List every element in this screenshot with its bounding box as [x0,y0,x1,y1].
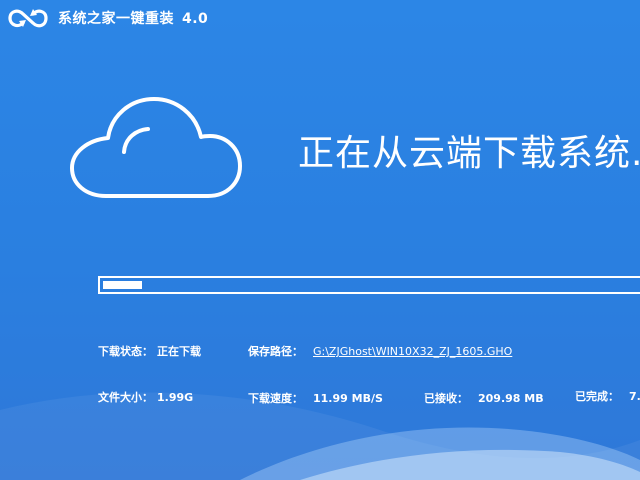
download-heading: 正在从云端下载系统... [298,133,640,174]
cloud-icon [70,97,242,198]
download-speed-value: 11.99 MB/S [313,392,383,405]
completed-label: 已完成： [575,390,619,403]
received-label: 已接收： [424,392,468,405]
save-path: 保存路径： G:\ZJGhost\WIN10X32_ZJ_1605.GHO [248,343,512,359]
received-value: 209.98 MB [478,392,544,405]
save-path-link[interactable]: G:\ZJGhost\WIN10X32_ZJ_1605.GHO [313,345,512,358]
loop-arrows-logo-icon [8,9,48,28]
download-state: 下载状态： 正在下载 [98,343,201,359]
file-size-value: 1.99G [157,391,194,404]
file-size: 文件大小： 1.99G [98,389,193,405]
download-state-value: 正在下载 [157,345,201,358]
download-progress-bar [98,276,640,294]
completed-value: 7. [629,390,640,403]
download-progress-fill [103,281,142,289]
title-bar: 系统之家一键重装 4.0 [0,0,640,38]
app-version: 4.0 [182,11,209,27]
save-path-label: 保存路径： [248,345,303,358]
download-speed-label: 下载速度： [248,392,303,405]
app-name: 系统之家一键重装 [58,11,174,27]
app-title: 系统之家一键重装 4.0 [58,8,208,28]
file-size-label: 文件大小： [98,391,153,404]
background-wave [0,392,640,480]
download-state-label: 下载状态： [98,345,153,358]
completed: 已完成： 7. [575,388,640,404]
received: 已接收： 209.98 MB [424,390,544,406]
download-speed: 下载速度： 11.99 MB/S [248,390,383,406]
